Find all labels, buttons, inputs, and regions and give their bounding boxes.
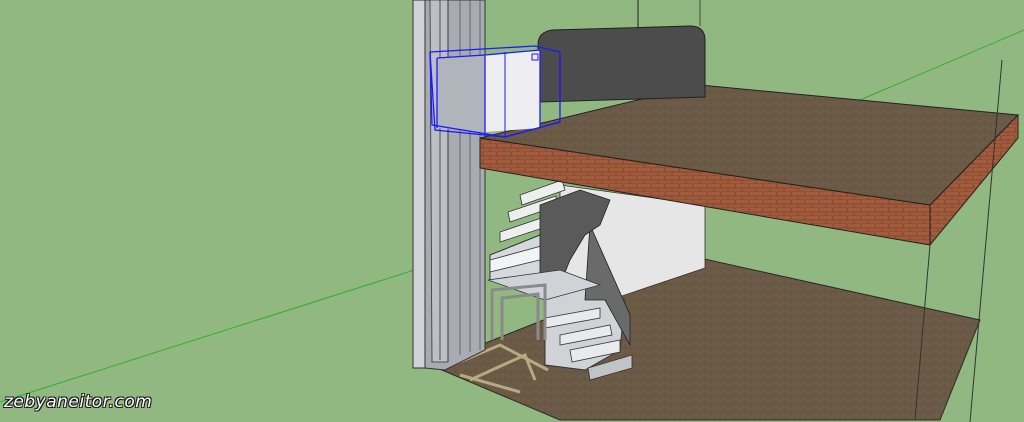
model-viewport[interactable] — [0, 0, 1024, 422]
selected-cube[interactable] — [429, 45, 561, 138]
watermark: zebyaneitor.com — [4, 392, 153, 412]
upper-wall-panel[interactable] — [537, 25, 706, 103]
green-axis-line — [0, 264, 431, 403]
